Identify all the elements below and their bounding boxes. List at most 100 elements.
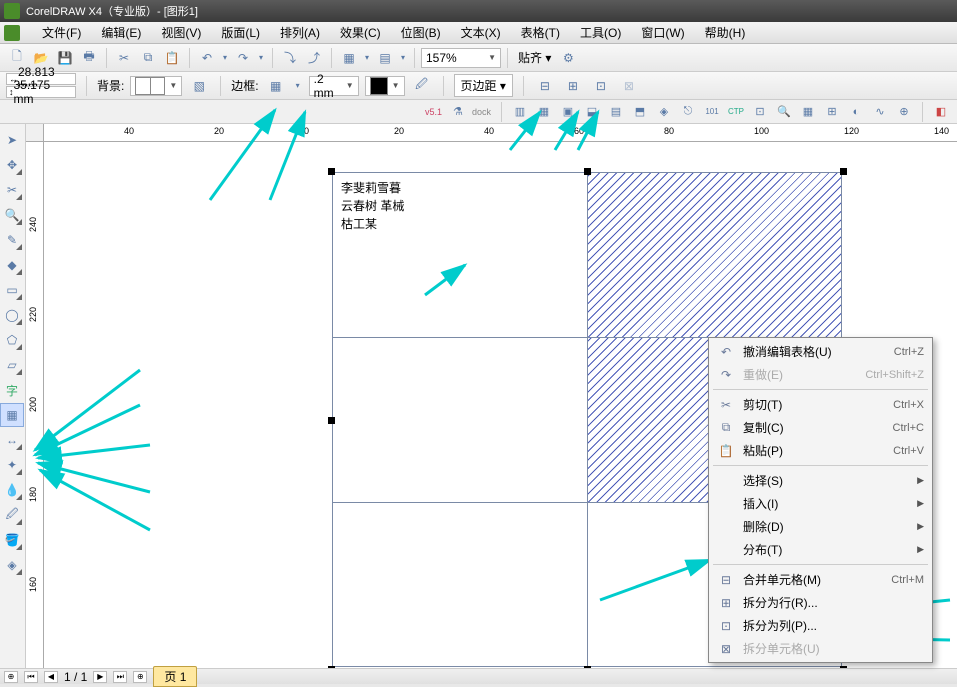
margin-button[interactable]: 页边距 ▾ [454,74,513,97]
redo-button[interactable]: ↷ [232,47,254,69]
selection-handle[interactable] [328,168,335,175]
menu-text[interactable]: 文本(X) [451,22,511,43]
dock-icon-13[interactable]: ⊞ [822,102,842,122]
nav-add-page-icon[interactable]: ⊕ [133,671,147,683]
interactive-tool[interactable]: ✦ [0,453,24,477]
dock-icon-4[interactable]: ⬓ [582,102,602,122]
y-position-input[interactable]: ↕ 35.175 mm [6,86,76,98]
menu-view[interactable]: 视图(V) [151,22,211,43]
dock-icon-barcode[interactable]: ▥ [510,102,530,122]
fill-tool[interactable]: 🪣 [0,528,24,552]
dock-icon-7[interactable]: ◈ [654,102,674,122]
edit-fill-button[interactable]: ▧ [188,75,210,97]
menu-edit[interactable]: 编辑(E) [91,22,151,43]
outline-color-dropdown[interactable]: ▼ [365,76,405,96]
ctx-split-col[interactable]: ⊡ 拆分为列(P)... [711,614,930,637]
ctx-delete[interactable]: 删除(D) ▶ [711,515,930,538]
undo-dd-icon[interactable]: ▾ [220,47,230,69]
vertical-ruler[interactable]: 240220200180160 [26,142,44,668]
outline-tool[interactable]: 🖉 [0,503,24,527]
welcome-button[interactable]: ▤ [374,47,396,69]
paste-button[interactable]: 📋 [161,47,183,69]
smart-fill-tool[interactable]: ◆ [0,253,24,277]
undo-button[interactable]: ↶ [196,47,218,69]
ctx-split-row[interactable]: ⊞ 拆分为行(R)... [711,591,930,614]
print-button[interactable]: 🖶 [78,47,100,69]
dock-icon-1[interactable]: ⚗ [448,102,468,122]
dock-icon-5[interactable]: ▤ [606,102,626,122]
table-cell[interactable] [333,503,588,668]
menu-help[interactable]: 帮助(H) [695,22,756,43]
border-dd-icon[interactable]: ▾ [293,75,303,97]
import-button[interactable]: ⤵ [279,47,301,69]
dock-icon-6[interactable]: ⬒ [630,102,650,122]
background-fill-dropdown[interactable]: ▼ [130,76,182,96]
cut-button[interactable]: ✂ [113,47,135,69]
menu-effects[interactable]: 效果(C) [330,22,391,43]
outline-width-dropdown[interactable]: .2 mm ▼ [309,76,359,96]
freehand-tool[interactable]: ✎ [0,228,24,252]
horizontal-ruler[interactable]: 4020020406080100120140 [44,124,957,142]
app-launcher-dd[interactable]: ▾ [362,47,372,69]
selection-handle[interactable] [840,168,847,175]
zoom-tool[interactable]: 🔍 [0,203,24,227]
snap-button[interactable]: 贴齐 ▾ [514,49,555,66]
table-tool[interactable]: ▦ [0,403,24,427]
ctx-insert[interactable]: 插入(I) ▶ [711,492,930,515]
dock-icon-12[interactable]: ▦ [798,102,818,122]
dock-icon-9[interactable]: 101 [702,102,722,122]
dock-icon-2[interactable]: ▦ [534,102,554,122]
outline-pen-button[interactable]: 🖉 [411,75,433,97]
dock-icon-3[interactable]: ▣ [558,102,578,122]
ctx-merge[interactable]: ⊟ 合并单元格(M) Ctrl+M [711,568,930,591]
ctx-copy[interactable]: ⧉ 复制(C) Ctrl+C [711,416,930,439]
redo-dd-icon[interactable]: ▾ [256,47,266,69]
zoom-dropdown[interactable]: 157% ▼ [421,48,501,68]
nav-first-icon[interactable]: ⏮ [24,671,38,683]
ctx-select[interactable]: 选择(S) ▶ [711,469,930,492]
text-tool[interactable]: 字 [0,378,24,402]
ctx-paste[interactable]: 📋 粘贴(P) Ctrl+V [711,439,930,462]
nav-add-page-icon[interactable]: ⊕ [4,671,18,683]
split-vertical-button[interactable]: ⊡ [590,75,612,97]
menu-layout[interactable]: 版面(L) [211,22,270,43]
menu-table[interactable]: 表格(T) [511,22,570,43]
basic-shapes-tool[interactable]: ▱ [0,353,24,377]
copy-button[interactable]: ⧉ [137,47,159,69]
polygon-tool[interactable]: ⬠ [0,328,24,352]
interactive-fill-tool[interactable]: ◈ [0,553,24,577]
selection-handle[interactable] [328,417,335,424]
dock-icon-16[interactable]: ⊕ [894,102,914,122]
dock-icon-8[interactable]: ⎋ [678,102,698,122]
export-button[interactable]: ⤴ [303,47,325,69]
dock-icon-11[interactable]: 🔍 [774,102,794,122]
ellipse-tool[interactable]: ◯ [0,303,24,327]
shape-tool[interactable]: ✥ [0,153,24,177]
dock-icon-17[interactable]: ◧ [931,102,951,122]
border-select-button[interactable]: ▦ [265,75,287,97]
app-launcher-button[interactable]: ▦ [338,47,360,69]
crop-tool[interactable]: ✂ [0,178,24,202]
menu-file[interactable]: 文件(F) [32,22,91,43]
dock-icon-10[interactable]: ⊡ [750,102,770,122]
options-button[interactable]: ⚙ [557,47,579,69]
welcome-dd[interactable]: ▾ [398,47,408,69]
eyedropper-tool[interactable]: 💧 [0,478,24,502]
merge-cells-button[interactable]: ⊟ [534,75,556,97]
menu-arrange[interactable]: 排列(A) [270,22,330,43]
ruler-corner[interactable] [26,124,44,142]
ctx-distribute[interactable]: 分布(T) ▶ [711,538,930,561]
nav-next-icon[interactable]: ▶ [93,671,107,683]
table-cell[interactable] [333,338,588,502]
menu-bitmaps[interactable]: 位图(B) [391,22,451,43]
nav-prev-icon[interactable]: ◀ [44,671,58,683]
rectangle-tool[interactable]: ▭ [0,278,24,302]
nav-last-icon[interactable]: ⏭ [113,671,127,683]
dimension-tool[interactable]: ↔ [0,428,24,452]
dock-icon-ctp[interactable]: CTP [726,102,746,122]
pick-tool[interactable]: ➤ [0,128,24,152]
split-horizontal-button[interactable]: ⊞ [562,75,584,97]
unmerge-button[interactable]: ⊠ [618,75,640,97]
selection-handle[interactable] [584,168,591,175]
menu-tools[interactable]: 工具(O) [570,22,631,43]
